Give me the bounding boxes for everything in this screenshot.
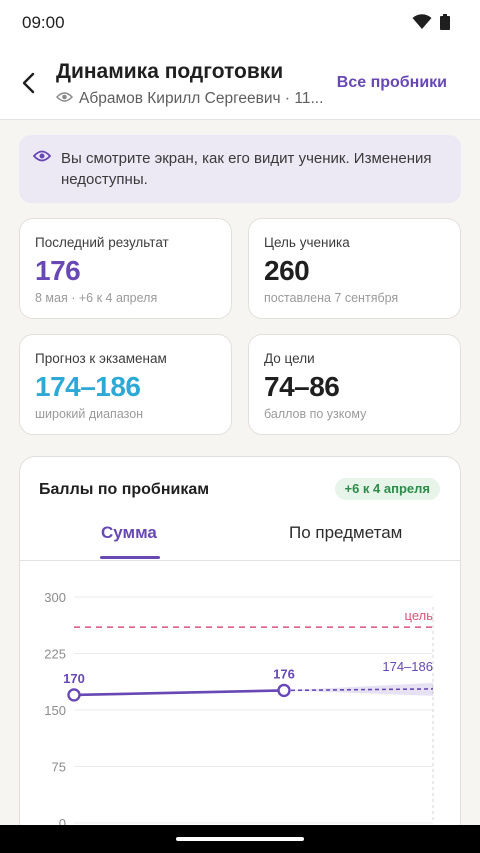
card-label: Цель ученика (264, 235, 350, 250)
back-arrow-icon (22, 72, 35, 94)
card-note: 8 мая · +6 к 4 апреля (35, 291, 158, 305)
score-point (67, 688, 81, 702)
card-note: широкий диапазон (35, 407, 144, 421)
card-value: 74–86 (264, 371, 340, 402)
page-title: Динамика подготовки (56, 60, 284, 83)
card-value: 176 (35, 255, 81, 286)
goal-label: цель (405, 608, 434, 623)
scores-chart-card: Баллы по пробникам +6 к 4 апреля Сумма П… (19, 456, 461, 853)
y-tick-label: 75 (52, 760, 66, 775)
forecast-card[interactable]: Прогноз к экзаменам 174–186 широкий диап… (19, 334, 232, 435)
chart-title: Баллы по пробникам (39, 481, 210, 498)
card-label: Последний результат (35, 235, 169, 250)
back-button[interactable] (14, 68, 44, 98)
change-badge: +6 к 4 апреля (334, 478, 440, 500)
wifi-icon (412, 14, 432, 35)
tab-sum[interactable]: Сумма (101, 523, 157, 543)
status-bar: 09:00 (0, 0, 480, 46)
card-label: Прогноз к экзаменам (35, 351, 167, 366)
app-header: Динамика подготовки Абрамов Кирилл Серге… (0, 46, 480, 120)
card-value: 260 (264, 255, 310, 286)
battery-icon (440, 14, 450, 35)
to-goal-card[interactable]: До цели 74–86 баллов по узкому (248, 334, 461, 435)
status-icons (412, 14, 450, 35)
active-tab-indicator (100, 556, 160, 559)
y-tick-label: 225 (44, 647, 66, 662)
y-tick-label: 150 (44, 703, 66, 718)
student-name: Абрамов Кирилл Сергеевич · 11... (79, 90, 324, 107)
y-tick-label: 300 (44, 590, 66, 605)
last-result-card[interactable]: Последний результат 176 8 мая · +6 к 4 а… (19, 218, 232, 319)
notice-text: Вы смотрите экран, как его видит ученик.… (61, 150, 432, 188)
score-point-label: 176 (273, 666, 295, 681)
home-handle[interactable] (176, 837, 304, 841)
tab-by-subjects[interactable]: По предметам (289, 523, 402, 543)
score-point-label: 170 (63, 671, 85, 686)
student-subtitle: Абрамов Кирилл Сергеевич · 11... (56, 90, 323, 108)
card-note: баллов по узкому (264, 407, 367, 421)
system-nav-bar (0, 825, 480, 853)
score-point (277, 683, 291, 698)
card-note: поставлена 7 сентября (264, 291, 399, 305)
card-value: 174–186 (35, 371, 141, 402)
score-chart: 075150225300цель174–186170 176 (44, 590, 434, 831)
card-label: До цели (264, 351, 315, 366)
view-only-notice: Вы смотрите экран, как его видит ученик.… (19, 135, 461, 203)
student-goal-card[interactable]: Цель ученика 260 поставлена 7 сентября (248, 218, 461, 319)
status-time: 09:00 (22, 13, 65, 32)
eye-icon (32, 149, 52, 168)
all-tests-link[interactable]: Все пробники (337, 74, 447, 92)
forecast-label: 174–186 (382, 659, 433, 674)
eye-icon (56, 90, 73, 108)
score-series-line (73, 689, 285, 697)
